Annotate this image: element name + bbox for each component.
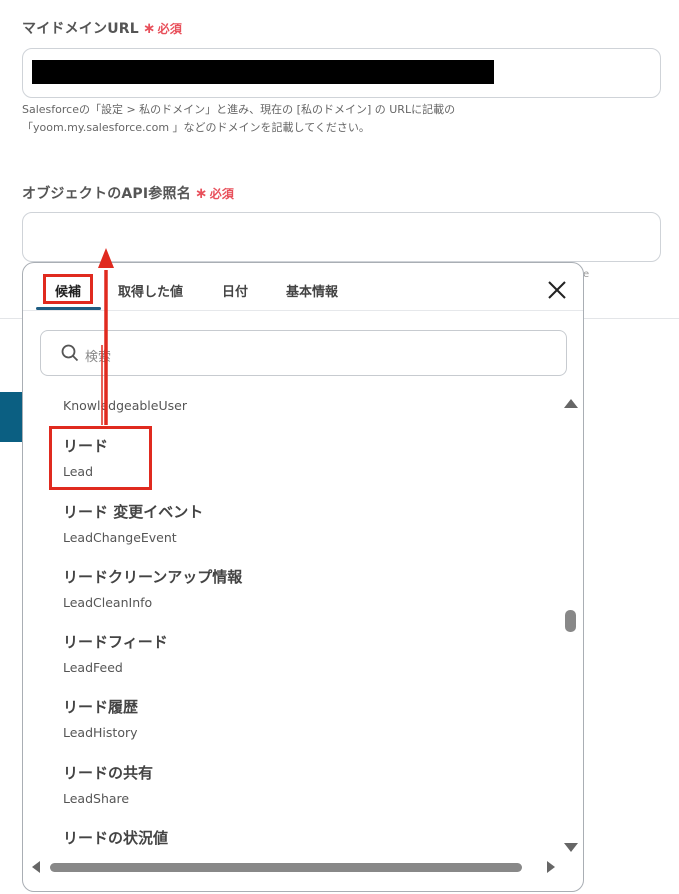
list-item-lead-clean-info[interactable]: リードクリーンアップ情報 LeadCleanInfo [63, 566, 242, 610]
domain-help-text: Salesforceの「設定 > 私のドメイン」と進み、現在の [私のドメイン]… [22, 101, 455, 137]
tab-highlight-box [43, 274, 93, 304]
list-item-title: リードの共有 [63, 764, 154, 782]
background-button-edge[interactable] [0, 392, 24, 442]
api-field-label: オブジェクトのAPI参照名 ∗ 必須 [22, 183, 234, 203]
search-placeholder: 検索 [85, 350, 112, 365]
list-item-api-name: KnowledgeableUser [63, 398, 187, 413]
list-item-title: リードフィード [63, 633, 168, 651]
required-text: 必須 [209, 187, 235, 201]
popup-tabs: 候補 取得した値 日付 基本情報 [23, 263, 583, 311]
list-item-knowledgeable-user[interactable]: KnowledgeableUser [63, 398, 187, 413]
list-item-title: リード履歴 [63, 698, 139, 716]
required-badge: ∗ 必須 [142, 19, 183, 37]
triangle-down-icon[interactable] [564, 843, 578, 852]
domain-field-label: マイドメインURL ∗ 必須 [22, 18, 182, 38]
vertical-scrollbar-thumb[interactable] [565, 610, 576, 632]
triangle-up-icon[interactable] [564, 399, 578, 408]
list-item-api-name: LeadCleanInfo [63, 595, 153, 610]
help-line-1: Salesforceの「設定 > 私のドメイン」と進み、現在の [私のドメイン]… [22, 103, 456, 116]
list-item-title: リードクリーンアップ情報 [63, 568, 243, 586]
help-line-2: 「yoom.my.salesforce.com 」などのドメインを記載してくださ… [22, 121, 370, 134]
triangle-right-icon[interactable] [547, 861, 555, 873]
list-item-api-name: LeadShare [63, 791, 130, 806]
list-item-lead-share[interactable]: リードの共有 LeadShare [63, 762, 153, 806]
required-badge: ∗ 必須 [194, 184, 235, 202]
tab-date[interactable]: 日付 [222, 281, 248, 300]
triangle-left-icon[interactable] [32, 861, 40, 873]
horizontal-scrollbar-thumb[interactable] [50, 863, 522, 872]
list-item-lead-history[interactable]: リード履歴 LeadHistory [63, 696, 138, 740]
tab-basic-info[interactable]: 基本情報 [286, 281, 338, 300]
list-item-title: リードの状況値 [63, 829, 169, 847]
required-text: 必須 [157, 22, 183, 36]
list-item-lead-feed[interactable]: リードフィード LeadFeed [63, 631, 168, 675]
search-input[interactable]: 検索 [40, 330, 567, 376]
candidate-popup: 候補 取得した値 日付 基本情報 検索 KnowledgeableUser リー… [22, 262, 584, 892]
tab-fetched-values[interactable]: 取得した値 [118, 281, 183, 300]
active-tab-indicator [36, 307, 101, 310]
api-name-input[interactable] [22, 212, 661, 262]
lead-highlight-box [49, 426, 152, 490]
list-item-title: リード 変更イベント [63, 503, 204, 521]
list-item-lead-change-event[interactable]: リード 変更イベント LeadChangeEvent [63, 501, 203, 545]
api-field-label-text: オブジェクトのAPI参照名 [22, 186, 191, 202]
list-item-api-name: LeadChangeEvent [63, 530, 177, 545]
domain-field-label-text: マイドメインURL [22, 21, 139, 37]
redacted-value [32, 60, 494, 84]
list-item-lead-status[interactable]: リードの状況値 [63, 827, 168, 848]
list-item-api-name: LeadFeed [63, 660, 123, 675]
domain-input[interactable] [22, 48, 661, 98]
list-item-api-name: LeadHistory [63, 725, 138, 740]
close-icon[interactable] [544, 277, 570, 303]
search-icon [61, 344, 79, 362]
